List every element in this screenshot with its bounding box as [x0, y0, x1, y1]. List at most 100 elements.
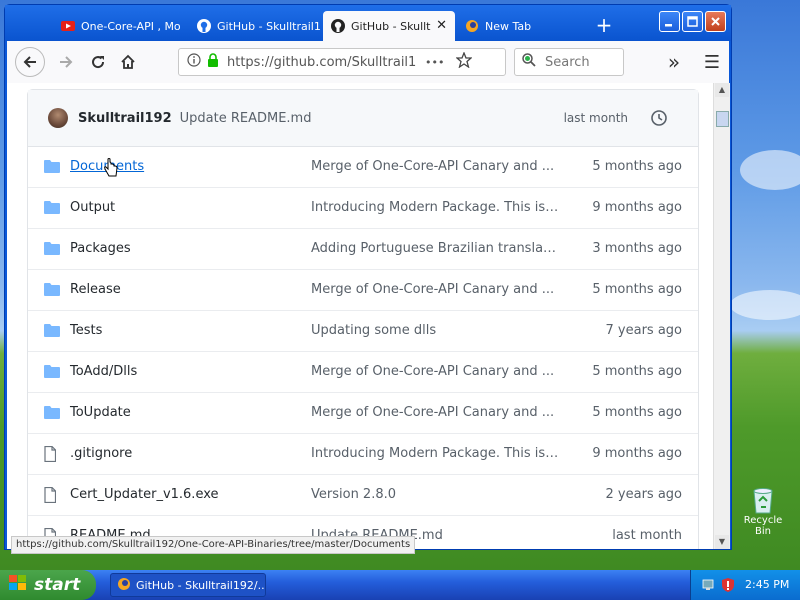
lock-icon [207, 53, 219, 71]
commit-message-link[interactable]: Adding Portuguese Brazilian translation [311, 241, 561, 256]
file-name-link[interactable]: ToUpdate [70, 405, 131, 420]
folder-icon [44, 405, 60, 421]
file-row[interactable]: Documents Merge of One-Core-API Canary an… [28, 147, 698, 188]
home-icon [121, 54, 135, 69]
commit-message-link[interactable]: Introducing Modern Package. This is ... [311, 200, 561, 215]
taskbar-item-browser[interactable]: GitHub - Skulltrail192/... [110, 573, 266, 597]
search-box[interactable]: Search [514, 48, 624, 76]
file-name-link[interactable]: Output [70, 200, 115, 215]
folder-icon [44, 200, 60, 216]
close-icon [711, 17, 720, 26]
network-icon[interactable] [701, 577, 717, 596]
navigation-toolbar: https://github.com/Skulltrail192 ••• Sea… [7, 41, 729, 84]
windows-logo-icon [8, 574, 28, 597]
commit-age: 9 months ago [592, 446, 682, 461]
commit-author[interactable]: Skulltrail192 [78, 111, 172, 126]
commit-message-link[interactable]: Updating some dlls [311, 323, 561, 338]
commit-message-link[interactable]: Introducing Modern Package. This is ... [311, 446, 561, 461]
file-row[interactable]: Output Introducing Modern Package. This i… [28, 188, 698, 229]
tab-label: One-Core-API , Mo [81, 19, 181, 33]
commit-age: 5 months ago [592, 364, 682, 379]
commit-message-link[interactable]: Merge of One-Core-API Canary and ... [311, 282, 561, 297]
page-content: Skulltrail192 Update README.md last mont… [7, 83, 713, 549]
commit-message-link[interactable]: Version 2.8.0 [311, 487, 561, 502]
github-icon [331, 19, 345, 33]
search-engine-icon [521, 52, 537, 72]
start-label: start [34, 575, 81, 595]
maximize-button[interactable] [682, 11, 703, 32]
close-tab-icon[interactable]: ✕ [436, 18, 447, 33]
close-window-button[interactable] [705, 11, 726, 32]
file-name-link[interactable]: Release [70, 282, 121, 297]
commit-time: last month [563, 111, 628, 125]
url-text: https://github.com/Skulltrail192 [227, 54, 417, 70]
home-button[interactable] [113, 47, 143, 77]
folder-icon [44, 364, 60, 380]
file-row[interactable]: ToUpdate Merge of One-Core-API Canary and… [28, 393, 698, 434]
commit-age: 7 years ago [605, 323, 682, 338]
commit-message-link[interactable]: Merge of One-Core-API Canary and ... [311, 364, 561, 379]
commit-message-link[interactable]: Merge of One-Core-API Canary and ... [311, 405, 561, 420]
folder-icon [44, 241, 60, 257]
file-name-link[interactable]: .gitignore [70, 446, 132, 461]
file-row[interactable]: ToAdd/Dlls Merge of One-Core-API Canary a… [28, 352, 698, 393]
commit-message[interactable]: Update README.md [180, 111, 312, 126]
reload-icon [92, 56, 105, 69]
search-placeholder: Search [545, 54, 590, 70]
cloud [730, 290, 800, 320]
tab-github-1[interactable]: GitHub - Skulltrail192 [189, 11, 321, 41]
commit-age: 3 months ago [592, 241, 682, 256]
clock[interactable]: 2:45 PM [745, 578, 789, 591]
file-name-link[interactable]: Tests [70, 323, 102, 338]
file-icon [44, 445, 60, 463]
minimize-icon [665, 24, 672, 27]
tab-label: New Tab [485, 19, 532, 33]
menu-button[interactable]: ☰ [697, 47, 727, 77]
file-row[interactable]: Tests Updating some dlls 7 years ago [28, 311, 698, 352]
tab-new-tab[interactable]: New Tab [457, 11, 587, 41]
file-row[interactable]: .gitignore Introducing Modern Package. Th… [28, 434, 698, 475]
browser-window: One-Core-API , Mo GitHub - Skulltrail192… [4, 4, 732, 554]
scrollbar-thumb[interactable] [716, 111, 729, 127]
back-button[interactable] [15, 47, 45, 77]
folder-icon [44, 159, 60, 175]
scroll-down-icon[interactable]: ▼ [715, 535, 729, 549]
recycle-bin-label: Recycle Bin [743, 515, 783, 537]
security-shield-icon[interactable] [721, 577, 735, 596]
reload-button[interactable] [83, 47, 113, 77]
forward-arrow-icon [60, 56, 73, 68]
commit-age: 5 months ago [592, 405, 682, 420]
scroll-up-icon[interactable]: ▲ [715, 83, 729, 97]
forward-button[interactable] [51, 47, 81, 77]
file-row[interactable]: Cert_Updater_v1.6.exe Version 2.8.0 2 year… [28, 475, 698, 516]
start-button[interactable]: start [0, 570, 96, 600]
history-icon[interactable] [650, 109, 668, 131]
file-list: Skulltrail192 Update README.md last mont… [27, 89, 699, 549]
tab-github-active[interactable]: GitHub - Skulltra ✕ [323, 11, 455, 41]
commit-message-link[interactable]: Merge of One-Core-API Canary and ... [311, 159, 561, 174]
tab-bar: One-Core-API , Mo GitHub - Skulltrail192… [5, 5, 731, 41]
file-name-link[interactable]: ToAdd/Dlls [70, 364, 137, 379]
file-row[interactable]: Packages Adding Portuguese Brazilian tran… [28, 229, 698, 270]
file-row[interactable]: Release Merge of One-Core-API Canary and … [28, 270, 698, 311]
recycle-bin[interactable]: Recycle Bin [738, 485, 788, 537]
youtube-icon [61, 19, 75, 33]
firefox-icon [117, 577, 131, 594]
file-name-link[interactable]: Packages [70, 241, 131, 256]
vertical-scrollbar[interactable]: ▲ ▼ [713, 83, 730, 549]
file-icon [44, 486, 60, 504]
github-icon [197, 19, 211, 33]
new-tab-button[interactable]: + [593, 13, 615, 37]
info-icon[interactable] [187, 53, 201, 71]
overflow-button[interactable]: » [659, 47, 689, 77]
page-actions-icon[interactable]: ••• [425, 56, 444, 69]
avatar[interactable] [48, 108, 68, 128]
commit-age: 9 months ago [592, 200, 682, 215]
bookmark-star-icon[interactable] [455, 51, 474, 72]
system-tray: 2:45 PM [690, 570, 800, 600]
file-name-link[interactable]: Cert_Updater_v1.6.exe [70, 487, 219, 502]
address-bar[interactable]: https://github.com/Skulltrail192 ••• [178, 48, 506, 76]
tab-youtube[interactable]: One-Core-API , Mo [53, 11, 187, 41]
latest-commit-bar: Skulltrail192 Update README.md last mont… [28, 90, 698, 147]
minimize-button[interactable] [659, 11, 680, 32]
